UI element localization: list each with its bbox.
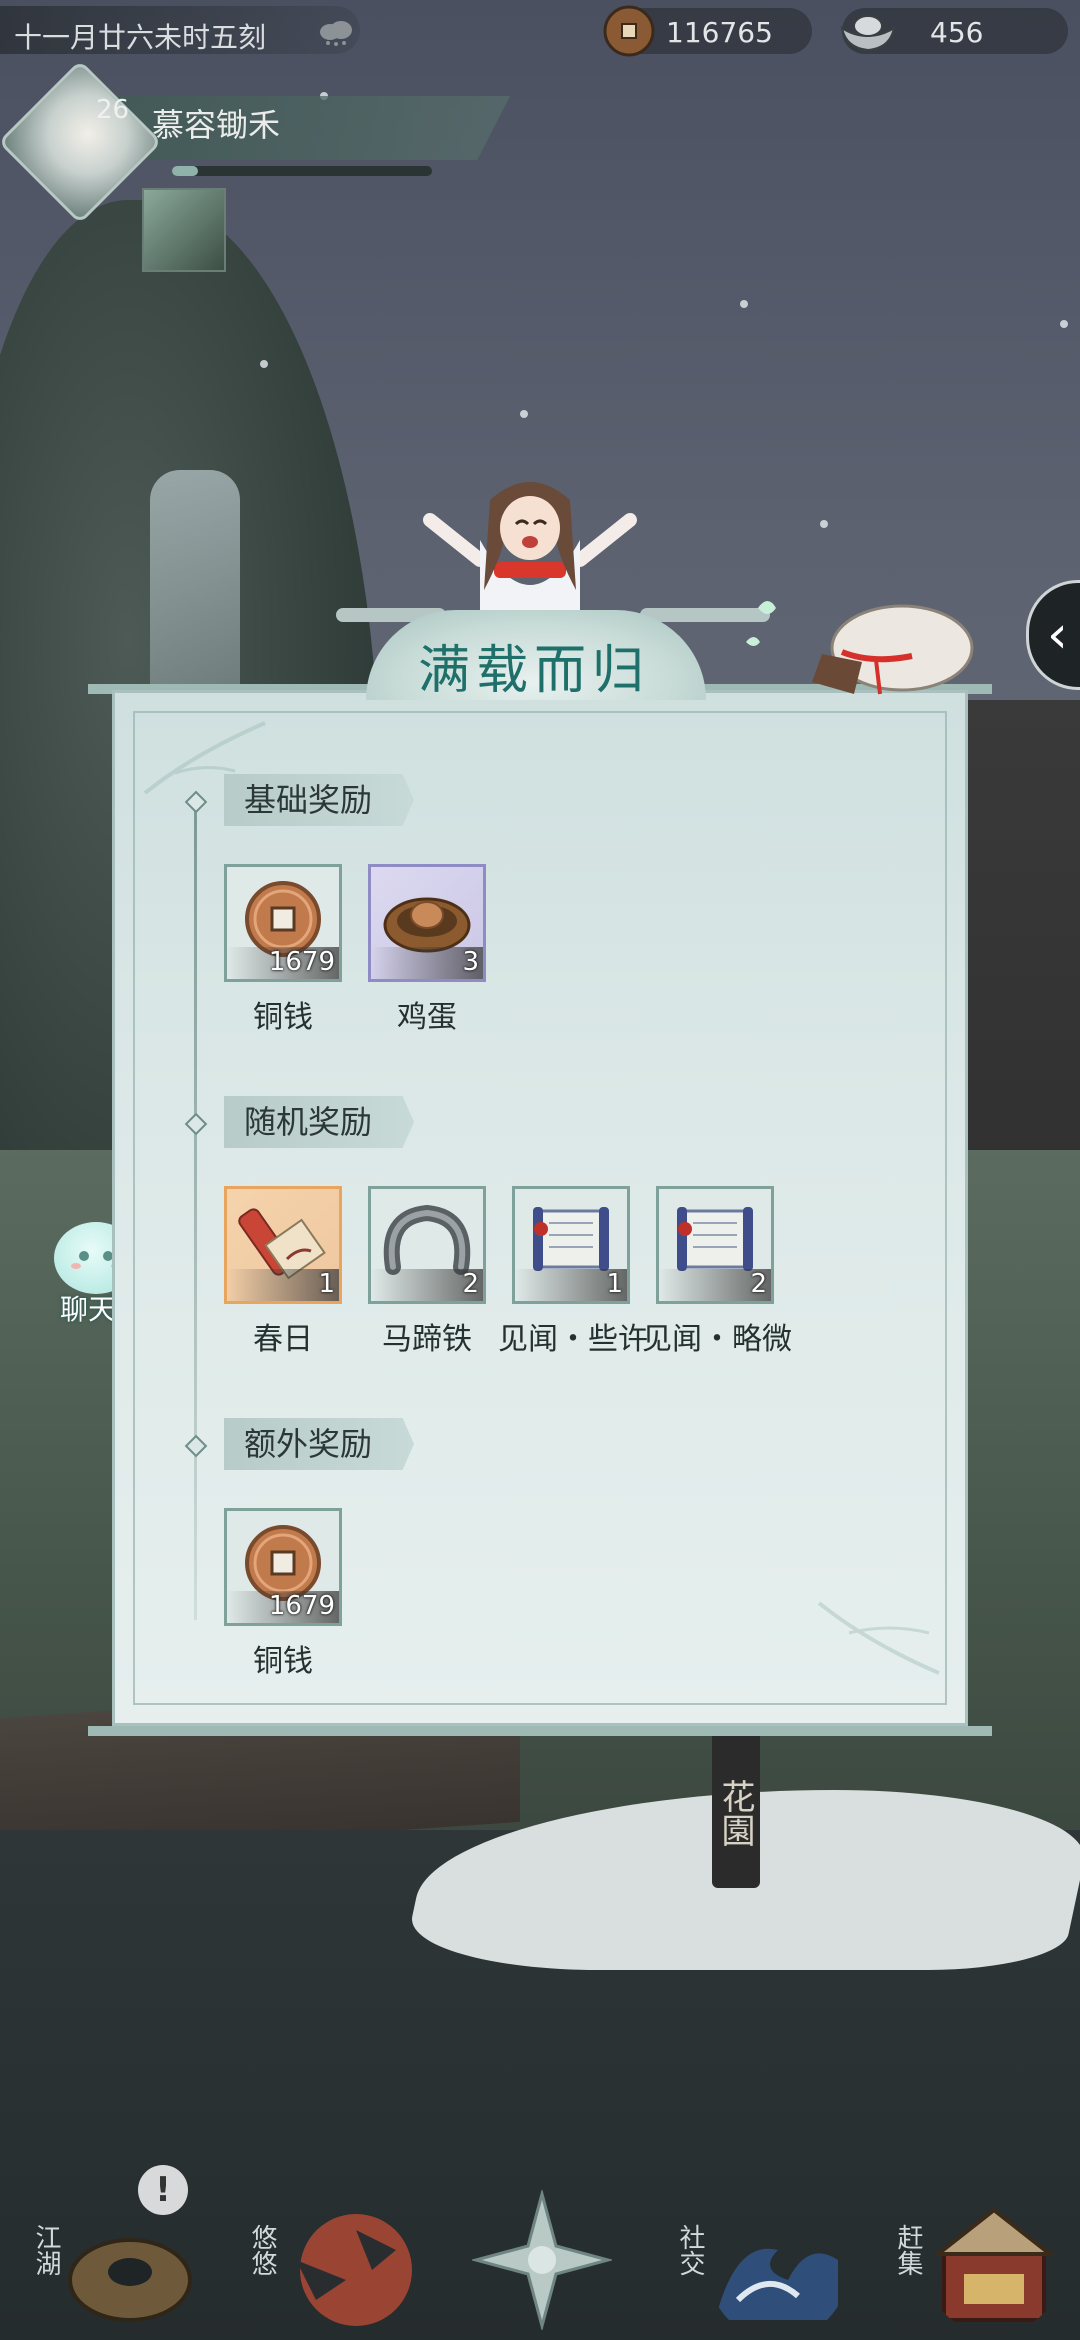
silver-currency[interactable]: 456 — [840, 8, 1068, 54]
item-slot: 1 — [224, 1186, 342, 1304]
player-exp-fill — [172, 166, 198, 176]
nav-youyou[interactable]: 悠悠 — [236, 2200, 416, 2340]
nav-social[interactable]: 社交 — [668, 2200, 848, 2340]
silver-amount: 456 — [930, 16, 984, 49]
reward-item[interactable]: 1 见闻・些许 — [498, 1186, 648, 1358]
chat-label: 聊天 — [60, 1293, 117, 1326]
snowflake — [260, 360, 268, 368]
alert-icon[interactable]: ! — [138, 2165, 188, 2215]
copper-currency[interactable]: 116765 — [603, 5, 812, 57]
section-title-basic: 基础奖励 — [224, 774, 414, 826]
item-name: 见闻・略微 — [642, 1322, 792, 1357]
nav-label: 社交 — [675, 2224, 705, 2276]
item-slot: 1679 — [224, 1508, 342, 1626]
item-slot: 1679 — [224, 864, 342, 982]
player-level: 26 — [96, 95, 130, 125]
butterfly-icon — [746, 601, 776, 646]
item-count: 2 — [750, 1269, 767, 1299]
item-name: 鸡蛋 — [397, 1000, 457, 1035]
wave-icon — [718, 2248, 838, 2320]
item-slot: 2 — [368, 1186, 486, 1304]
reward-item[interactable]: 1679 铜钱 — [224, 864, 342, 1036]
player-exp-bar — [172, 166, 432, 176]
item-name: 马蹄铁 — [382, 1322, 472, 1357]
item-name: 春日 — [253, 1322, 313, 1357]
item-slot: 1 — [512, 1186, 630, 1304]
snowflake — [740, 300, 748, 308]
reward-item[interactable]: 3 鸡蛋 — [368, 864, 486, 1036]
section-title-random: 随机奖励 — [224, 1096, 414, 1148]
garden-sign: 花園 — [712, 1720, 760, 1888]
game-date-pill: 十一月廿六未时五刻 — [0, 6, 360, 54]
item-count: 1679 — [268, 1591, 335, 1621]
chevron-left-icon: ‹ — [1047, 605, 1068, 665]
reward-item[interactable]: 1679 铜钱 — [224, 1508, 342, 1680]
loot-sack-icon — [812, 604, 974, 695]
item-name: 见闻・些许 — [498, 1322, 648, 1357]
scroll-rail-bottom — [88, 1726, 992, 1736]
panel-title: 满载而归 — [418, 641, 651, 701]
swallows-icon — [296, 2214, 412, 2326]
snowflake — [1060, 320, 1068, 328]
nav-market[interactable]: 赶集 — [884, 2190, 1074, 2340]
item-count: 1679 — [268, 947, 335, 977]
item-count: 2 — [462, 1269, 479, 1299]
reward-item[interactable]: 2 见闻・略微 — [642, 1186, 792, 1358]
item-name: 铜钱 — [253, 1000, 313, 1035]
companion-portrait[interactable] — [142, 188, 226, 272]
item-count: 3 — [462, 947, 479, 977]
cloud-snow-icon — [320, 21, 352, 46]
copper-amount: 116765 — [666, 16, 773, 49]
nav-label: 赶集 — [893, 2224, 923, 2276]
nav-center[interactable] — [466, 2190, 616, 2340]
reward-item[interactable]: 2 马蹄铁 — [368, 1186, 486, 1358]
hat-icon — [68, 2238, 192, 2322]
snowflake — [820, 520, 828, 528]
nav-jianghu[interactable]: 江湖 — [20, 2200, 200, 2340]
player-name: 慕容锄禾 — [152, 106, 281, 144]
compass-star-icon — [472, 2190, 612, 2330]
item-name: 铜钱 — [253, 1644, 313, 1679]
item-count: 1 — [318, 1269, 335, 1299]
item-slot: 2 — [656, 1186, 774, 1304]
top-status-bar: 十一月廿六未时五刻 116765 456 — [0, 0, 1080, 60]
market-stall-icon — [932, 2207, 1056, 2322]
bamboo-decoration-icon — [817, 1601, 940, 1675]
copper-coin-icon — [603, 5, 655, 57]
snowflake — [520, 410, 528, 418]
chibi-girl-icon — [423, 482, 637, 630]
reward-item[interactable]: 1 春日 — [224, 1186, 342, 1358]
silver-ingot-icon — [840, 15, 896, 52]
item-count: 1 — [606, 1269, 623, 1299]
reward-timeline — [194, 800, 197, 1620]
item-slot: 3 — [368, 864, 486, 982]
game-date: 十一月廿六未时五刻 — [14, 21, 267, 54]
section-title-extra: 额外奖励 — [224, 1418, 414, 1470]
